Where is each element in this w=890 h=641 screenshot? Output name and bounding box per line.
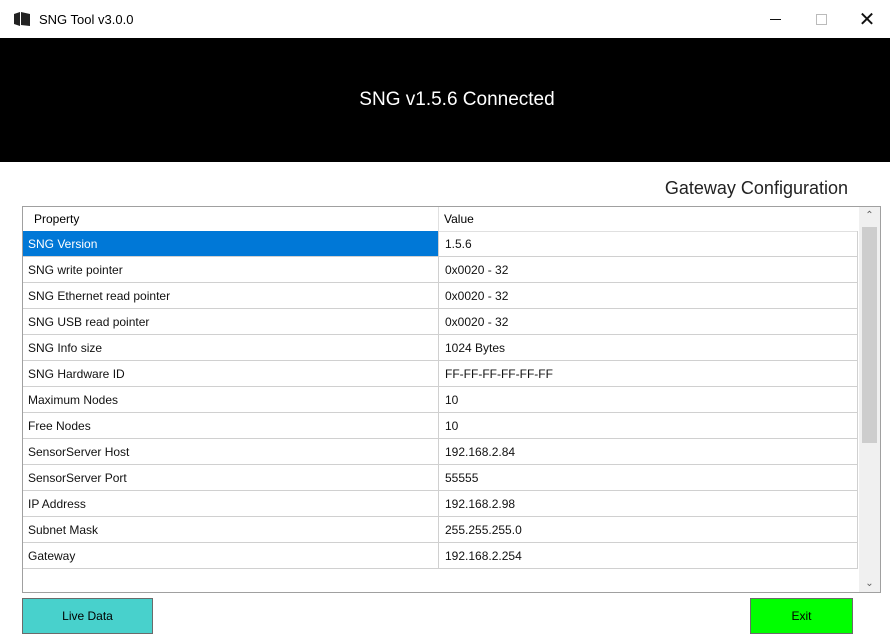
vertical-scrollbar[interactable]: ⌃ ⌄ (859, 207, 880, 592)
value-cell[interactable]: 255.255.255.0 (439, 517, 858, 543)
connection-banner: SNG v1.5.6 Connected (0, 38, 890, 162)
property-cell[interactable]: SNG Ethernet read pointer (23, 283, 439, 309)
property-cell[interactable]: SNG Info size (23, 335, 439, 361)
value-cell[interactable]: 192.168.2.98 (439, 491, 858, 517)
table-row[interactable]: SNG Version 1.5.6 (23, 231, 858, 257)
scroll-thumb[interactable] (862, 227, 877, 443)
table-row[interactable]: Subnet Mask 255.255.255.0 (23, 517, 858, 543)
value-cell[interactable]: FF-FF-FF-FF-FF-FF (439, 361, 858, 387)
grid-body: SNG Version 1.5.6 SNG write pointer 0x0020 … (23, 231, 858, 569)
table-row[interactable]: SNG Info size 1024 Bytes (23, 335, 858, 361)
window-title: SNG Tool v3.0.0 (39, 11, 134, 27)
close-icon: ✕ (858, 8, 876, 31)
minimize-button[interactable] (752, 0, 798, 38)
window-controls: ✕ (752, 0, 890, 38)
value-cell[interactable]: 1024 Bytes (439, 335, 858, 361)
property-cell[interactable]: SNG USB read pointer (23, 309, 439, 335)
column-header-value[interactable]: Value (439, 207, 858, 231)
chevron-up-icon[interactable]: ⌃ (859, 207, 880, 224)
config-grid: Property Value SNG Version 1.5.6 SNG write… (22, 206, 881, 593)
value-cell[interactable]: 0x0020 - 32 (439, 257, 858, 283)
property-cell[interactable]: SensorServer Host (23, 439, 439, 465)
maximize-button[interactable] (798, 0, 844, 38)
value-cell[interactable]: 1.5.6 (439, 231, 858, 257)
live-data-button[interactable]: Live Data (22, 598, 153, 634)
value-cell[interactable]: 192.168.2.254 (439, 543, 858, 569)
property-cell[interactable]: Subnet Mask (23, 517, 439, 543)
table-row[interactable]: SensorServer Host 192.168.2.84 (23, 439, 858, 465)
table-row[interactable]: Free Nodes 10 (23, 413, 858, 439)
minimize-icon (769, 18, 781, 20)
section-title: Gateway Configuration (664, 178, 848, 198)
property-cell[interactable]: IP Address (23, 491, 439, 517)
table-row[interactable]: SNG Hardware ID FF-FF-FF-FF-FF-FF (23, 361, 858, 387)
value-cell[interactable]: 10 (439, 387, 858, 413)
property-cell[interactable]: SNG Hardware ID (23, 361, 439, 387)
connection-status: SNG v1.5.6 Connected (359, 89, 555, 110)
column-header-property[interactable]: Property (23, 207, 439, 231)
book-icon (14, 11, 30, 27)
table-row[interactable]: SNG Ethernet read pointer 0x0020 - 32 (23, 283, 858, 309)
table-row[interactable]: SensorServer Port 55555 (23, 465, 858, 491)
value-cell[interactable]: 0x0020 - 32 (439, 309, 858, 335)
title-bar: SNG Tool v3.0.0 ✕ (0, 0, 890, 38)
property-cell[interactable]: SensorServer Port (23, 465, 439, 491)
table-row[interactable]: Gateway 192.168.2.254 (23, 543, 858, 569)
table-row[interactable]: Maximum Nodes 10 (23, 387, 858, 413)
property-cell[interactable]: SNG write pointer (23, 257, 439, 283)
table-row[interactable]: SNG USB read pointer 0x0020 - 32 (23, 309, 858, 335)
table-row[interactable]: SNG write pointer 0x0020 - 32 (23, 257, 858, 283)
property-cell[interactable]: Free Nodes (23, 413, 439, 439)
property-cell[interactable]: SNG Version (23, 231, 439, 257)
exit-button[interactable]: Exit (750, 598, 853, 634)
maximize-icon (815, 13, 827, 25)
value-cell[interactable]: 0x0020 - 32 (439, 283, 858, 309)
close-button[interactable]: ✕ (844, 0, 890, 38)
table-row[interactable]: IP Address 192.168.2.98 (23, 491, 858, 517)
value-cell[interactable]: 55555 (439, 465, 858, 491)
property-cell[interactable]: Maximum Nodes (23, 387, 439, 413)
value-cell[interactable]: 10 (439, 413, 858, 439)
property-cell[interactable]: Gateway (23, 543, 439, 569)
grid-header: Property Value (23, 207, 858, 232)
value-cell[interactable]: 192.168.2.84 (439, 439, 858, 465)
chevron-down-icon[interactable]: ⌄ (859, 575, 880, 592)
